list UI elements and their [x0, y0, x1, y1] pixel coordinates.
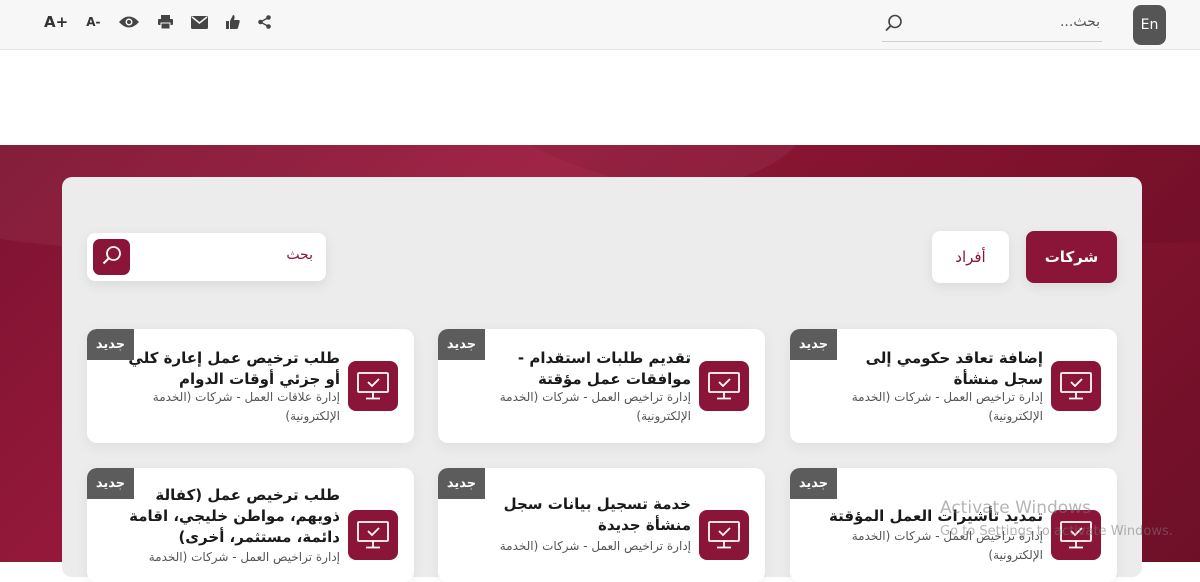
services-search-input[interactable]: بحث: [286, 247, 313, 263]
search-icon[interactable]: [885, 14, 903, 36]
service-department: إدارة علاقات العمل - شركات (الخدمة الإلك…: [152, 390, 340, 423]
service-title[interactable]: تقديم طلبات استقدام - موافقات عمل مؤقتة: [476, 348, 691, 390]
accessibility-toolbar: A+ A-: [44, 9, 285, 35]
service-card[interactable]: جديد خدمة تسجيل بيانات سجل منشأة جديدة إ…: [438, 468, 765, 582]
service-title[interactable]: إضافة تعاقد حكومي إلى سجل منشأة: [828, 348, 1043, 390]
service-title[interactable]: طلب ترخيص عمل إعارة كلي أو جزئي أوقات ال…: [125, 348, 340, 390]
language-toggle-button[interactable]: En: [1133, 5, 1166, 45]
monitor-check-icon: [699, 510, 749, 560]
service-department: إدارة تراخيص العمل - شركات (الخدمة الإلك…: [499, 390, 691, 423]
service-department: إدارة تراخيص العمل - شركات (الخدمة الإلك…: [851, 390, 1043, 423]
eye-icon[interactable]: [118, 9, 140, 35]
service-title[interactable]: طلب ترخيص عمل (كفالة ذويهم، مواطن خليجي،…: [125, 485, 340, 548]
monitor-check-icon: [348, 361, 398, 411]
site-search-input[interactable]: بحث...: [1060, 14, 1100, 30]
share-icon[interactable]: [258, 9, 272, 35]
mail-icon[interactable]: [191, 9, 209, 35]
activate-windows-title: Activate Windows: [940, 498, 1091, 518]
service-title[interactable]: خدمة تسجيل بيانات سجل منشأة جديدة: [476, 494, 691, 536]
like-icon[interactable]: [226, 9, 241, 35]
activate-windows-subtitle: Go to Settings to activate Windows.: [940, 524, 1173, 539]
monitor-check-icon: [699, 361, 749, 411]
service-department: إدارة تراخيص العمل - شركات (الخدمة: [148, 550, 340, 564]
service-department: إدارة تراخيص العمل - شركات (الخدمة: [499, 539, 691, 553]
tab-individuals[interactable]: أفراد: [932, 231, 1009, 283]
print-icon[interactable]: [158, 9, 174, 35]
monitor-check-icon: [1051, 361, 1101, 411]
decrease-font-button[interactable]: A-: [86, 9, 100, 35]
service-card[interactable]: جديد إضافة تعاقد حكومي إلى سجل منشأة إدا…: [790, 329, 1117, 443]
tab-companies[interactable]: شركات: [1026, 231, 1117, 283]
site-search[interactable]: بحث...: [882, 8, 1102, 42]
service-card[interactable]: جديد طلب ترخيص عمل (كفالة ذويهم، مواطن خ…: [87, 468, 414, 582]
service-card[interactable]: جديد تقديم طلبات استقدام - موافقات عمل م…: [438, 329, 765, 443]
increase-font-button[interactable]: A+: [44, 9, 68, 35]
service-card[interactable]: جديد طلب ترخيص عمل إعارة كلي أو جزئي أوق…: [87, 329, 414, 443]
search-icon: [102, 245, 122, 269]
new-badge: جديد: [790, 468, 837, 499]
services-search-button[interactable]: [93, 239, 130, 275]
top-bar: A+ A- بحث... En: [0, 0, 1200, 50]
services-search[interactable]: بحث: [87, 233, 326, 281]
monitor-check-icon: [348, 510, 398, 560]
